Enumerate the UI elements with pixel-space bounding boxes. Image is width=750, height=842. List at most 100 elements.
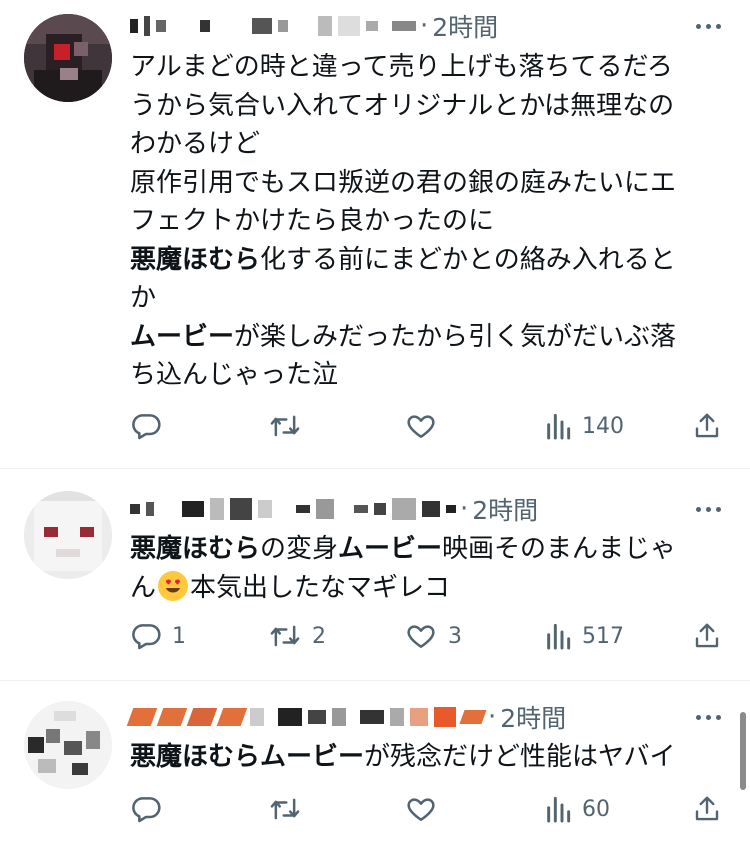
text-segment: が残念だけど性能はヤバイ	[364, 742, 676, 772]
avatar[interactable]	[24, 491, 112, 579]
like-button[interactable]	[404, 406, 448, 446]
tweet-text-line: フェクトかけたら良かったのに	[130, 202, 730, 241]
more-icon[interactable]	[690, 14, 726, 38]
share-button[interactable]	[692, 406, 722, 446]
reply-icon	[132, 624, 161, 650]
like-icon	[407, 798, 435, 821]
views-button[interactable]: 60	[544, 789, 610, 829]
tweet-time[interactable]: 2時間	[432, 8, 498, 44]
like-count: 3	[448, 623, 462, 649]
tweet-text-line: ん 本気出したなマギレコ	[130, 569, 730, 608]
separator-dot: ·	[488, 702, 497, 732]
bold-text: ムービー	[130, 321, 235, 352]
text-segment: ち込んじゃった泣	[130, 360, 339, 390]
tweet-text-line: わかるけど	[130, 125, 730, 164]
retweet-button[interactable]: 2	[268, 616, 326, 656]
tweet-text-line: か	[130, 279, 730, 318]
tweet-text: 悪魔ほむらの変身ムービー映画そのまんまじゃん本気出したなマギレコ	[130, 530, 730, 607]
bold-text: 悪魔ほむら	[130, 534, 261, 564]
share-button[interactable]	[692, 789, 722, 829]
scrollbar[interactable]	[740, 712, 746, 790]
views-button[interactable]: 517	[544, 616, 624, 656]
like-icon	[407, 625, 435, 648]
text-segment: わかるけど	[130, 129, 261, 159]
tweet-time[interactable]: 2時間	[500, 699, 566, 735]
separator-dot: ·	[420, 11, 429, 41]
tweet-text-line: 原作引用でもスロ叛逆の君の銀の庭みたいにエ	[130, 164, 730, 203]
text-segment: か	[130, 283, 157, 313]
text-segment: 化する前にまどかとの絡み入れると	[260, 244, 676, 275]
retweet-icon	[270, 625, 300, 647]
text-segment: 本気出したなマギレコ	[190, 572, 451, 603]
text-segment: の変身	[260, 534, 339, 564]
avatar-image	[24, 491, 112, 579]
reply-icon	[132, 414, 161, 440]
like-icon	[407, 415, 435, 438]
share-icon	[695, 623, 719, 648]
retweet-button[interactable]	[268, 406, 312, 446]
views-icon	[547, 796, 571, 823]
tweet-text-line: ち込んじゃった泣	[130, 356, 730, 395]
reply-button[interactable]	[130, 406, 172, 446]
avatar-image	[24, 14, 112, 102]
tweet-text-line: 悪魔ほむら化する前にまどかとの絡み入れると	[130, 241, 730, 280]
more-icon[interactable]	[690, 497, 726, 521]
like-button[interactable]: 3	[404, 616, 462, 656]
tweet-text-line: 悪魔ほむらムービーが残念だけど性能はヤバイ	[130, 738, 730, 777]
reply-button[interactable]: 1	[130, 616, 186, 656]
avatar[interactable]	[24, 701, 112, 789]
bold-text: ムービー	[338, 534, 443, 564]
text-segment: 映画そのまんまじゃ	[442, 534, 677, 564]
reply-button[interactable]	[130, 789, 172, 829]
view-count: 60	[582, 796, 610, 822]
views-icon	[547, 413, 571, 440]
tweet-text: 悪魔ほむらムービーが残念だけど性能はヤバイ	[130, 738, 730, 777]
heart-eyes-emoji	[158, 570, 189, 601]
tweet-3[interactable]: · 2時間 悪魔ほむらムービーが残念だけど性能はヤバイ 60	[0, 681, 750, 842]
tweet-header: · 2時間	[130, 10, 730, 42]
tweet-text-line: 悪魔ほむらの変身ムービー映画そのまんまじゃ	[130, 530, 730, 569]
share-button[interactable]	[692, 616, 722, 656]
tweet-actions: 1 2 3 517	[130, 616, 730, 656]
text-segment: アルまどの時と違って売り上げも落ちてるだろ	[130, 52, 673, 82]
avatar[interactable]	[24, 14, 112, 102]
retweet-count: 2	[312, 623, 326, 649]
tweet-header: · 2時間	[126, 699, 730, 735]
share-icon	[695, 413, 719, 438]
text-segment: ん	[130, 572, 157, 603]
tweet-text-line: アルまどの時と違って売り上げも落ちてるだろ	[130, 48, 730, 87]
bold-text: ムービー	[260, 742, 365, 772]
view-count: 140	[582, 413, 624, 439]
more-icon[interactable]	[690, 705, 726, 729]
retweet-icon	[270, 798, 300, 820]
tweet-actions: 140	[130, 406, 730, 446]
tweet-actions: 60	[130, 789, 730, 829]
retweet-icon	[270, 415, 300, 437]
tweet-text-line: うから気合い入れてオリジナルとかは無理なの	[130, 87, 730, 126]
tweet-text-line: ムービーが楽しみだったから引く気がだいぶ落	[130, 318, 730, 357]
view-count: 517	[582, 623, 624, 649]
share-icon	[695, 796, 719, 821]
views-icon	[547, 623, 571, 650]
author-name-redacted[interactable]	[130, 498, 456, 520]
author-name-redacted[interactable]	[130, 16, 416, 36]
reply-count: 1	[172, 623, 186, 649]
text-segment: フェクトかけたら良かったのに	[130, 206, 495, 236]
reply-icon	[132, 797, 161, 823]
separator-dot: ·	[460, 494, 469, 524]
author-name-redacted[interactable]	[126, 707, 487, 727]
views-button[interactable]: 140	[544, 406, 624, 446]
text-segment: うから気合い入れてオリジナルとかは無理なの	[130, 90, 675, 121]
tweet-header: · 2時間	[130, 493, 730, 525]
tweet-2[interactable]: · 2時間 悪魔ほむらの変身ムービー映画そのまんまじゃん本気出したなマギレコ 1…	[0, 469, 750, 679]
avatar-image	[24, 701, 112, 789]
text-segment: 原作引用でもスロ叛逆の君の銀の庭みたいにエ	[130, 167, 677, 198]
tweet-text: アルまどの時と違って売り上げも落ちてるだろ うから気合い入れてオリジナルとかは無理…	[130, 48, 730, 395]
text-segment: が楽しみだったから引く気がだいぶ落	[234, 321, 677, 352]
like-button[interactable]	[404, 789, 448, 829]
bold-text: 悪魔ほむら	[130, 742, 261, 772]
bold-text: 悪魔ほむら	[130, 244, 261, 275]
retweet-button[interactable]	[268, 789, 312, 829]
tweet-time[interactable]: 2時間	[472, 491, 538, 527]
tweet-1[interactable]: · 2時間 アルまどの時と違って売り上げも落ちてるだろ うから気合い入れてオリジナ…	[0, 0, 750, 466]
